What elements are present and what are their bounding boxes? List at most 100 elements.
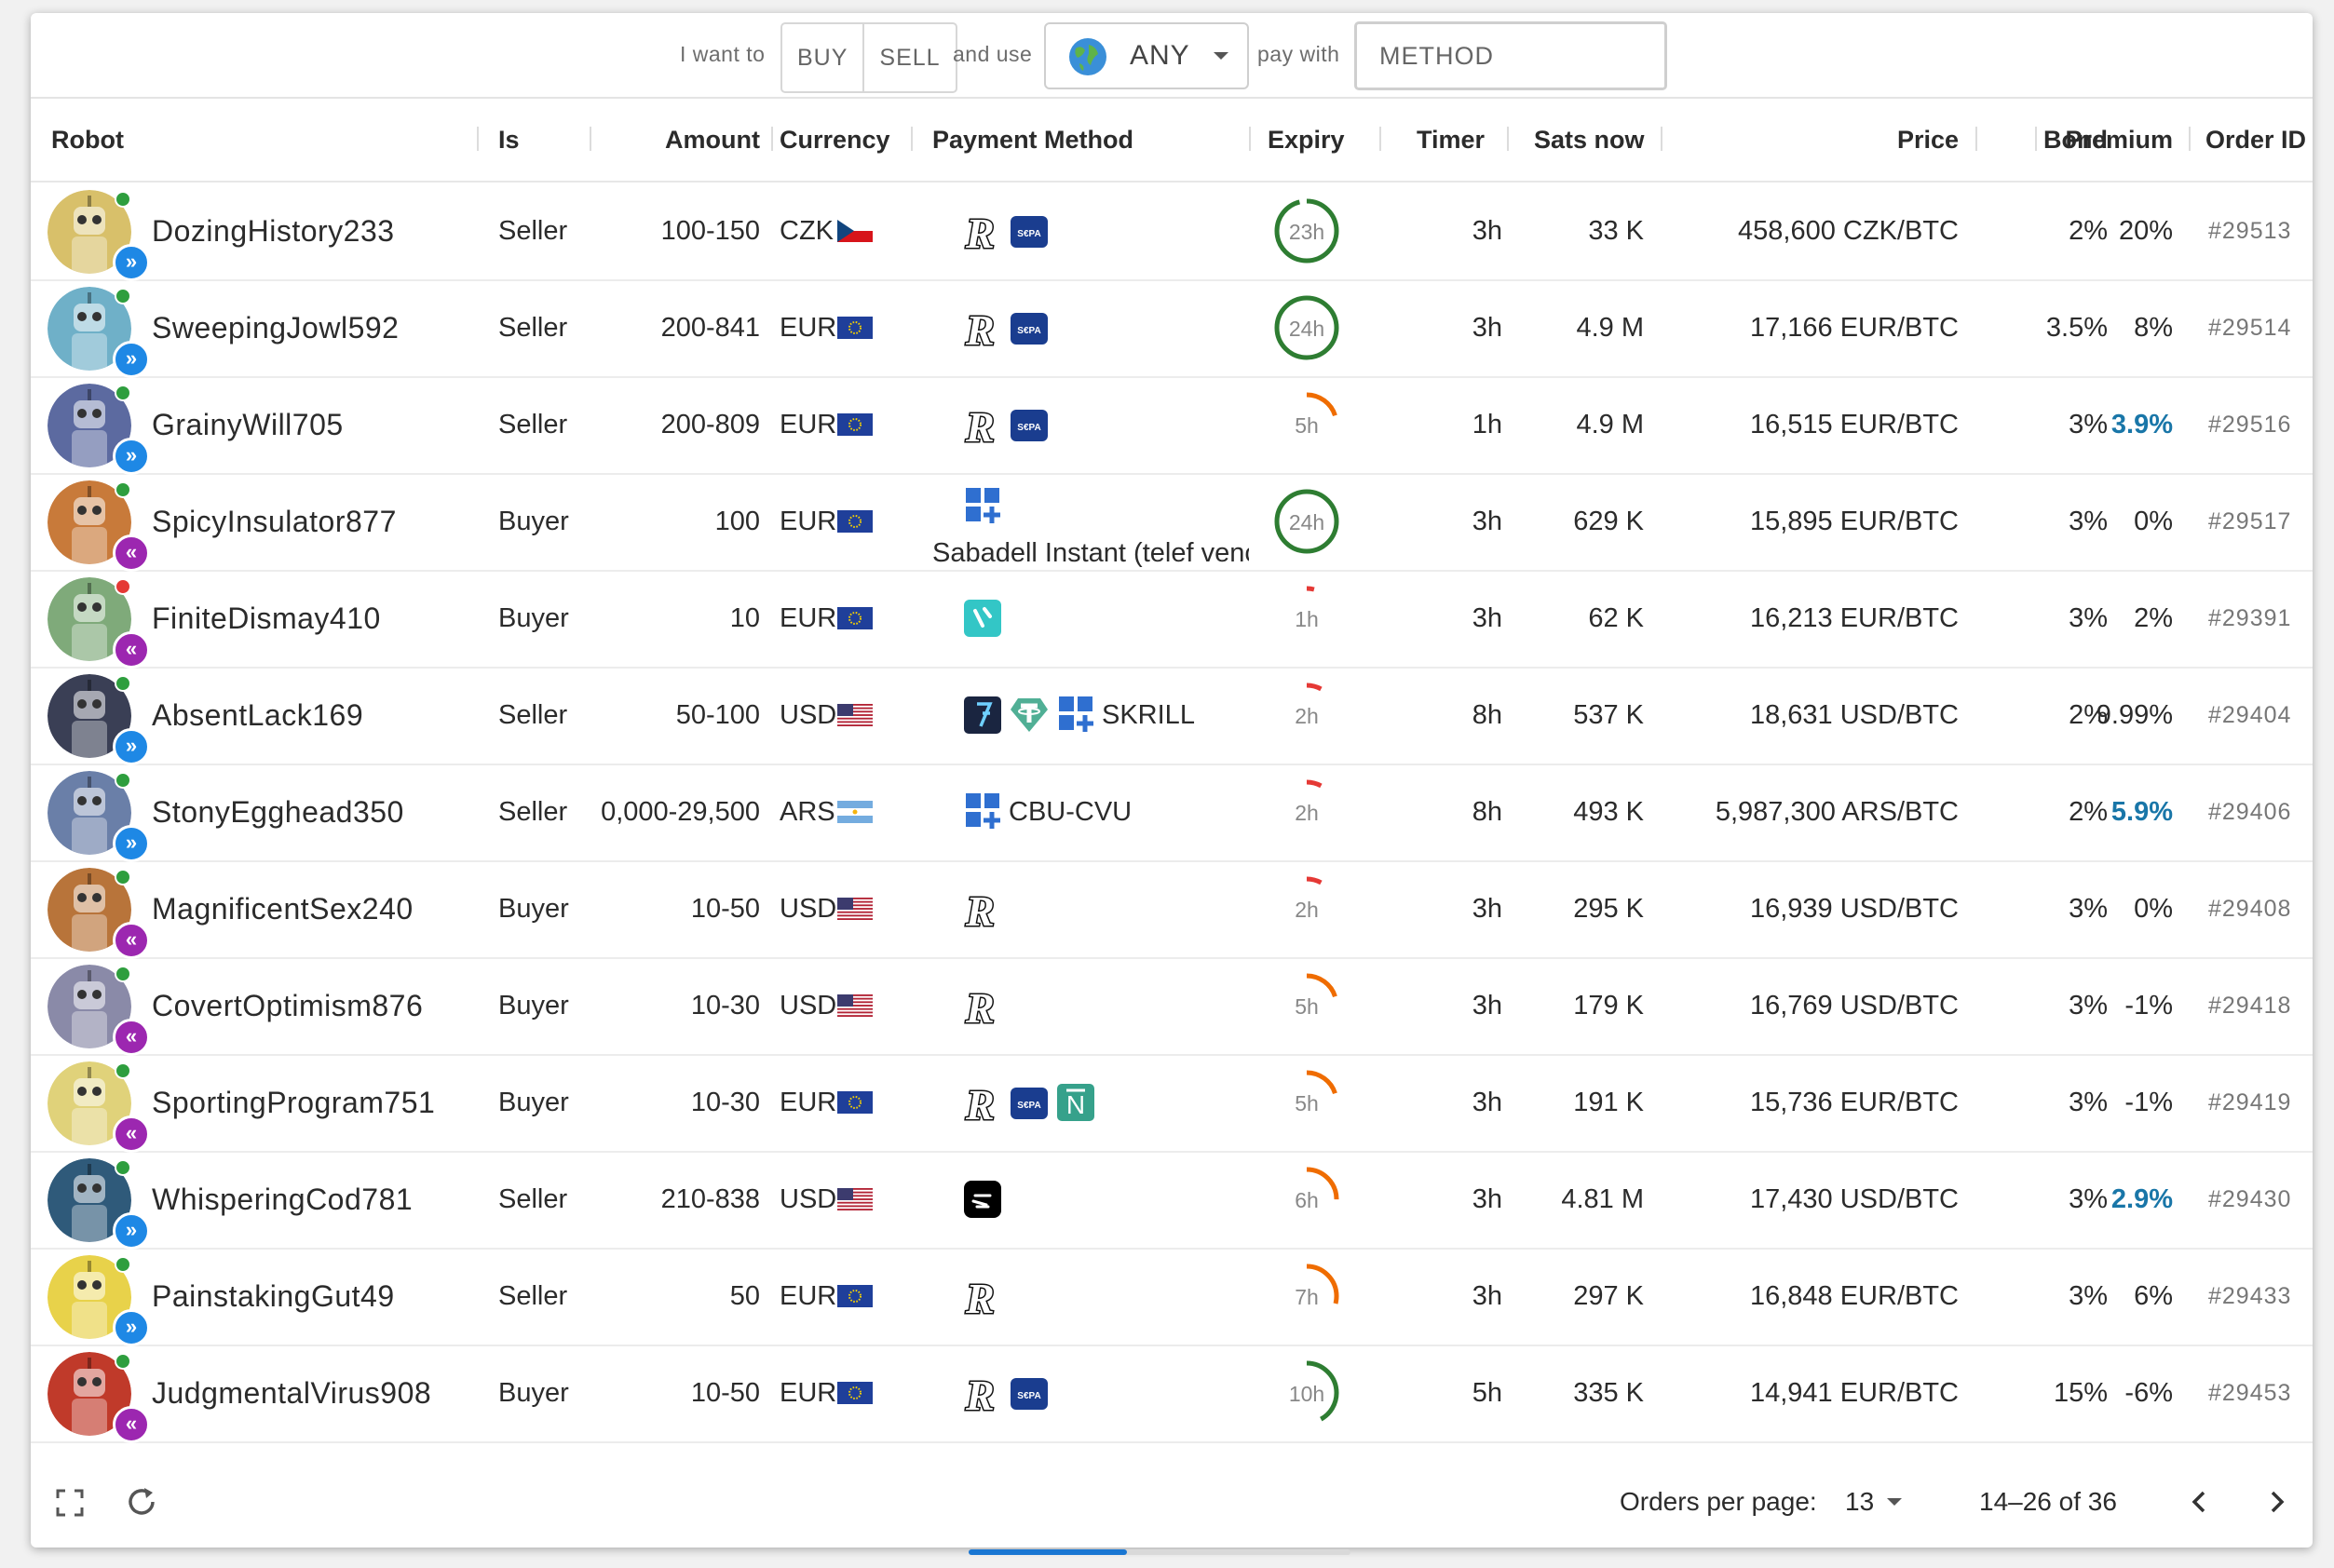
- col-sats-now[interactable]: Sats now: [1534, 99, 1645, 181]
- robot-name: SpicyInsulator877: [152, 473, 397, 570]
- chevron-down-icon[interactable]: [1886, 1497, 1903, 1507]
- refresh-icon[interactable]: [124, 1484, 159, 1520]
- order-price: 14,941 EUR/BTC: [1651, 1345, 1959, 1441]
- robot-name: MagnificentSex240: [152, 860, 414, 957]
- sepa-icon: S€PA: [1009, 1371, 1050, 1415]
- table-row[interactable]: « CovertOptimism876 Buyer 10-30 USD RR 5…: [31, 957, 2313, 1056]
- expiry-indicator: 2h: [1269, 775, 1344, 849]
- order-premium: -1%: [2033, 957, 2173, 1054]
- pagination-range: 14–26 of 36: [1979, 1456, 2117, 1548]
- col-order-id[interactable]: Order ID: [2205, 99, 2306, 181]
- order-premium: 2%: [2033, 570, 2173, 667]
- order-amount: 10-50: [580, 1345, 760, 1441]
- status-dot: [115, 288, 131, 304]
- payment-method-input[interactable]: METHOD: [1354, 21, 1667, 90]
- buy-button[interactable]: BUY: [782, 24, 862, 91]
- table-row[interactable]: « JudgmentalVirus908 Buyer 10-50 EUR RRS…: [31, 1345, 2313, 1443]
- expiry-indicator: 5h: [1269, 1065, 1344, 1140]
- svg-text:5h: 5h: [1295, 413, 1319, 438]
- col-robot[interactable]: Robot: [51, 99, 124, 181]
- order-id: #29514: [2208, 279, 2291, 376]
- column-divider[interactable]: [1379, 127, 1381, 151]
- order-amount: 50: [580, 1248, 760, 1345]
- column-divider[interactable]: [1975, 127, 1977, 151]
- payment-methods: RR: [962, 886, 1009, 931]
- table-row[interactable]: » SweepingJowl592 Seller 200-841 EUR RRS…: [31, 279, 2313, 378]
- order-price: 16,769 USD/BTC: [1651, 957, 1959, 1054]
- order-amount: 10-30: [580, 1054, 760, 1151]
- column-divider[interactable]: [1249, 127, 1251, 151]
- order-id: #29406: [2208, 764, 2291, 860]
- previous-page-icon[interactable]: [2186, 1488, 2214, 1516]
- table-row[interactable]: « MagnificentSex240 Buyer 10-50 USD RR 2…: [31, 860, 2313, 959]
- status-dot: [115, 1256, 131, 1273]
- col-is[interactable]: Is: [498, 99, 520, 181]
- table-row[interactable]: « SpicyInsulator877 Buyer 100 EUR Sabade…: [31, 473, 2313, 572]
- column-divider[interactable]: [1661, 127, 1662, 151]
- svg-text:R: R: [965, 210, 995, 253]
- order-amount: 10: [580, 570, 760, 667]
- strike-icon: [962, 693, 1003, 737]
- pay-with-label: pay with: [1257, 13, 1339, 95]
- order-side: Seller: [498, 667, 567, 764]
- payment-methods: RR: [962, 1274, 1009, 1318]
- fullscreen-icon[interactable]: [55, 1488, 85, 1518]
- sats-now: 629 K: [1521, 473, 1644, 570]
- orders-per-page-select[interactable]: 13: [1845, 1456, 1874, 1548]
- svg-text:6h: 6h: [1295, 1188, 1319, 1212]
- status-dot: [115, 1159, 131, 1176]
- column-divider[interactable]: [771, 127, 773, 151]
- column-divider[interactable]: [590, 127, 591, 151]
- table-row[interactable]: » DozingHistory233 Seller 100-150 CZK RR…: [31, 182, 2313, 281]
- table-row[interactable]: « FiniteDismay410 Buyer 10 EUR 1h 3h 62 …: [31, 570, 2313, 669]
- order-timer: 3h: [1417, 279, 1502, 376]
- sats-now: 4.9 M: [1521, 376, 1644, 473]
- col-price[interactable]: Price: [1772, 99, 1959, 181]
- col-premium[interactable]: Premium: [2033, 99, 2173, 181]
- expiry-indicator: 2h: [1269, 678, 1344, 752]
- sell-button[interactable]: SELL: [862, 24, 955, 91]
- order-currency: USD: [780, 957, 836, 1054]
- sats-now: 191 K: [1521, 1054, 1644, 1151]
- order-price: 458,600 CZK/BTC: [1651, 182, 1959, 279]
- robot-name: StonyEgghead350: [152, 764, 404, 860]
- svg-text:2h: 2h: [1295, 898, 1319, 922]
- order-amount: 200-809: [580, 376, 760, 473]
- order-side: Seller: [498, 182, 567, 279]
- payment-methods: RRS€PA: [962, 209, 1055, 253]
- globe-icon: [1068, 37, 1107, 76]
- next-page-icon[interactable]: [2262, 1488, 2290, 1516]
- expiry-indicator: 24h: [1269, 291, 1344, 365]
- currency-select[interactable]: ANY: [1044, 22, 1249, 89]
- order-side: Buyer: [498, 860, 569, 957]
- table-row[interactable]: « SportingProgram751 Buyer 10-30 EUR RRS…: [31, 1054, 2313, 1153]
- column-divider[interactable]: [477, 127, 479, 151]
- status-dot: [115, 385, 131, 401]
- sats-now: 4.81 M: [1521, 1151, 1644, 1248]
- table-row[interactable]: » StonyEgghead350 Seller 0,000-29,500 AR…: [31, 764, 2313, 862]
- revolut-icon: RR: [962, 1274, 1003, 1318]
- table-row[interactable]: » GrainyWill705 Seller 200-809 EUR RRS€P…: [31, 376, 2313, 475]
- status-dot: [115, 675, 131, 692]
- table-row[interactable]: » WhisperingCod781 Seller 210-838 USD 6h…: [31, 1151, 2313, 1250]
- svg-text:S€PA: S€PA: [1017, 229, 1040, 239]
- column-divider[interactable]: [911, 127, 913, 151]
- column-divider[interactable]: [1507, 127, 1509, 151]
- sepa-icon: S€PA: [1009, 402, 1050, 447]
- order-amount: 200-841: [580, 279, 760, 376]
- col-amount[interactable]: Amount: [608, 99, 760, 181]
- column-divider[interactable]: [2189, 127, 2191, 151]
- col-payment-method[interactable]: Payment Method: [932, 99, 1133, 181]
- flag-eu-icon: [837, 510, 873, 533]
- order-id: #29391: [2208, 570, 2291, 667]
- col-currency[interactable]: Currency: [780, 99, 890, 181]
- horizontal-scrollbar-thumb[interactable]: [969, 1549, 1127, 1555]
- col-expiry[interactable]: Expiry: [1268, 99, 1345, 181]
- table-row[interactable]: » AbsentLack169 Seller 50-100 USD SKRILL…: [31, 667, 2313, 765]
- order-amount: 210-838: [580, 1151, 760, 1248]
- order-price: 16,939 USD/BTC: [1651, 860, 1959, 957]
- col-timer[interactable]: Timer: [1417, 99, 1485, 181]
- table-row[interactable]: » PainstakingGut49 Seller 50 EUR RR 7h 3…: [31, 1248, 2313, 1346]
- robot-name: DozingHistory233: [152, 182, 395, 279]
- expiry-indicator: 23h: [1269, 194, 1344, 268]
